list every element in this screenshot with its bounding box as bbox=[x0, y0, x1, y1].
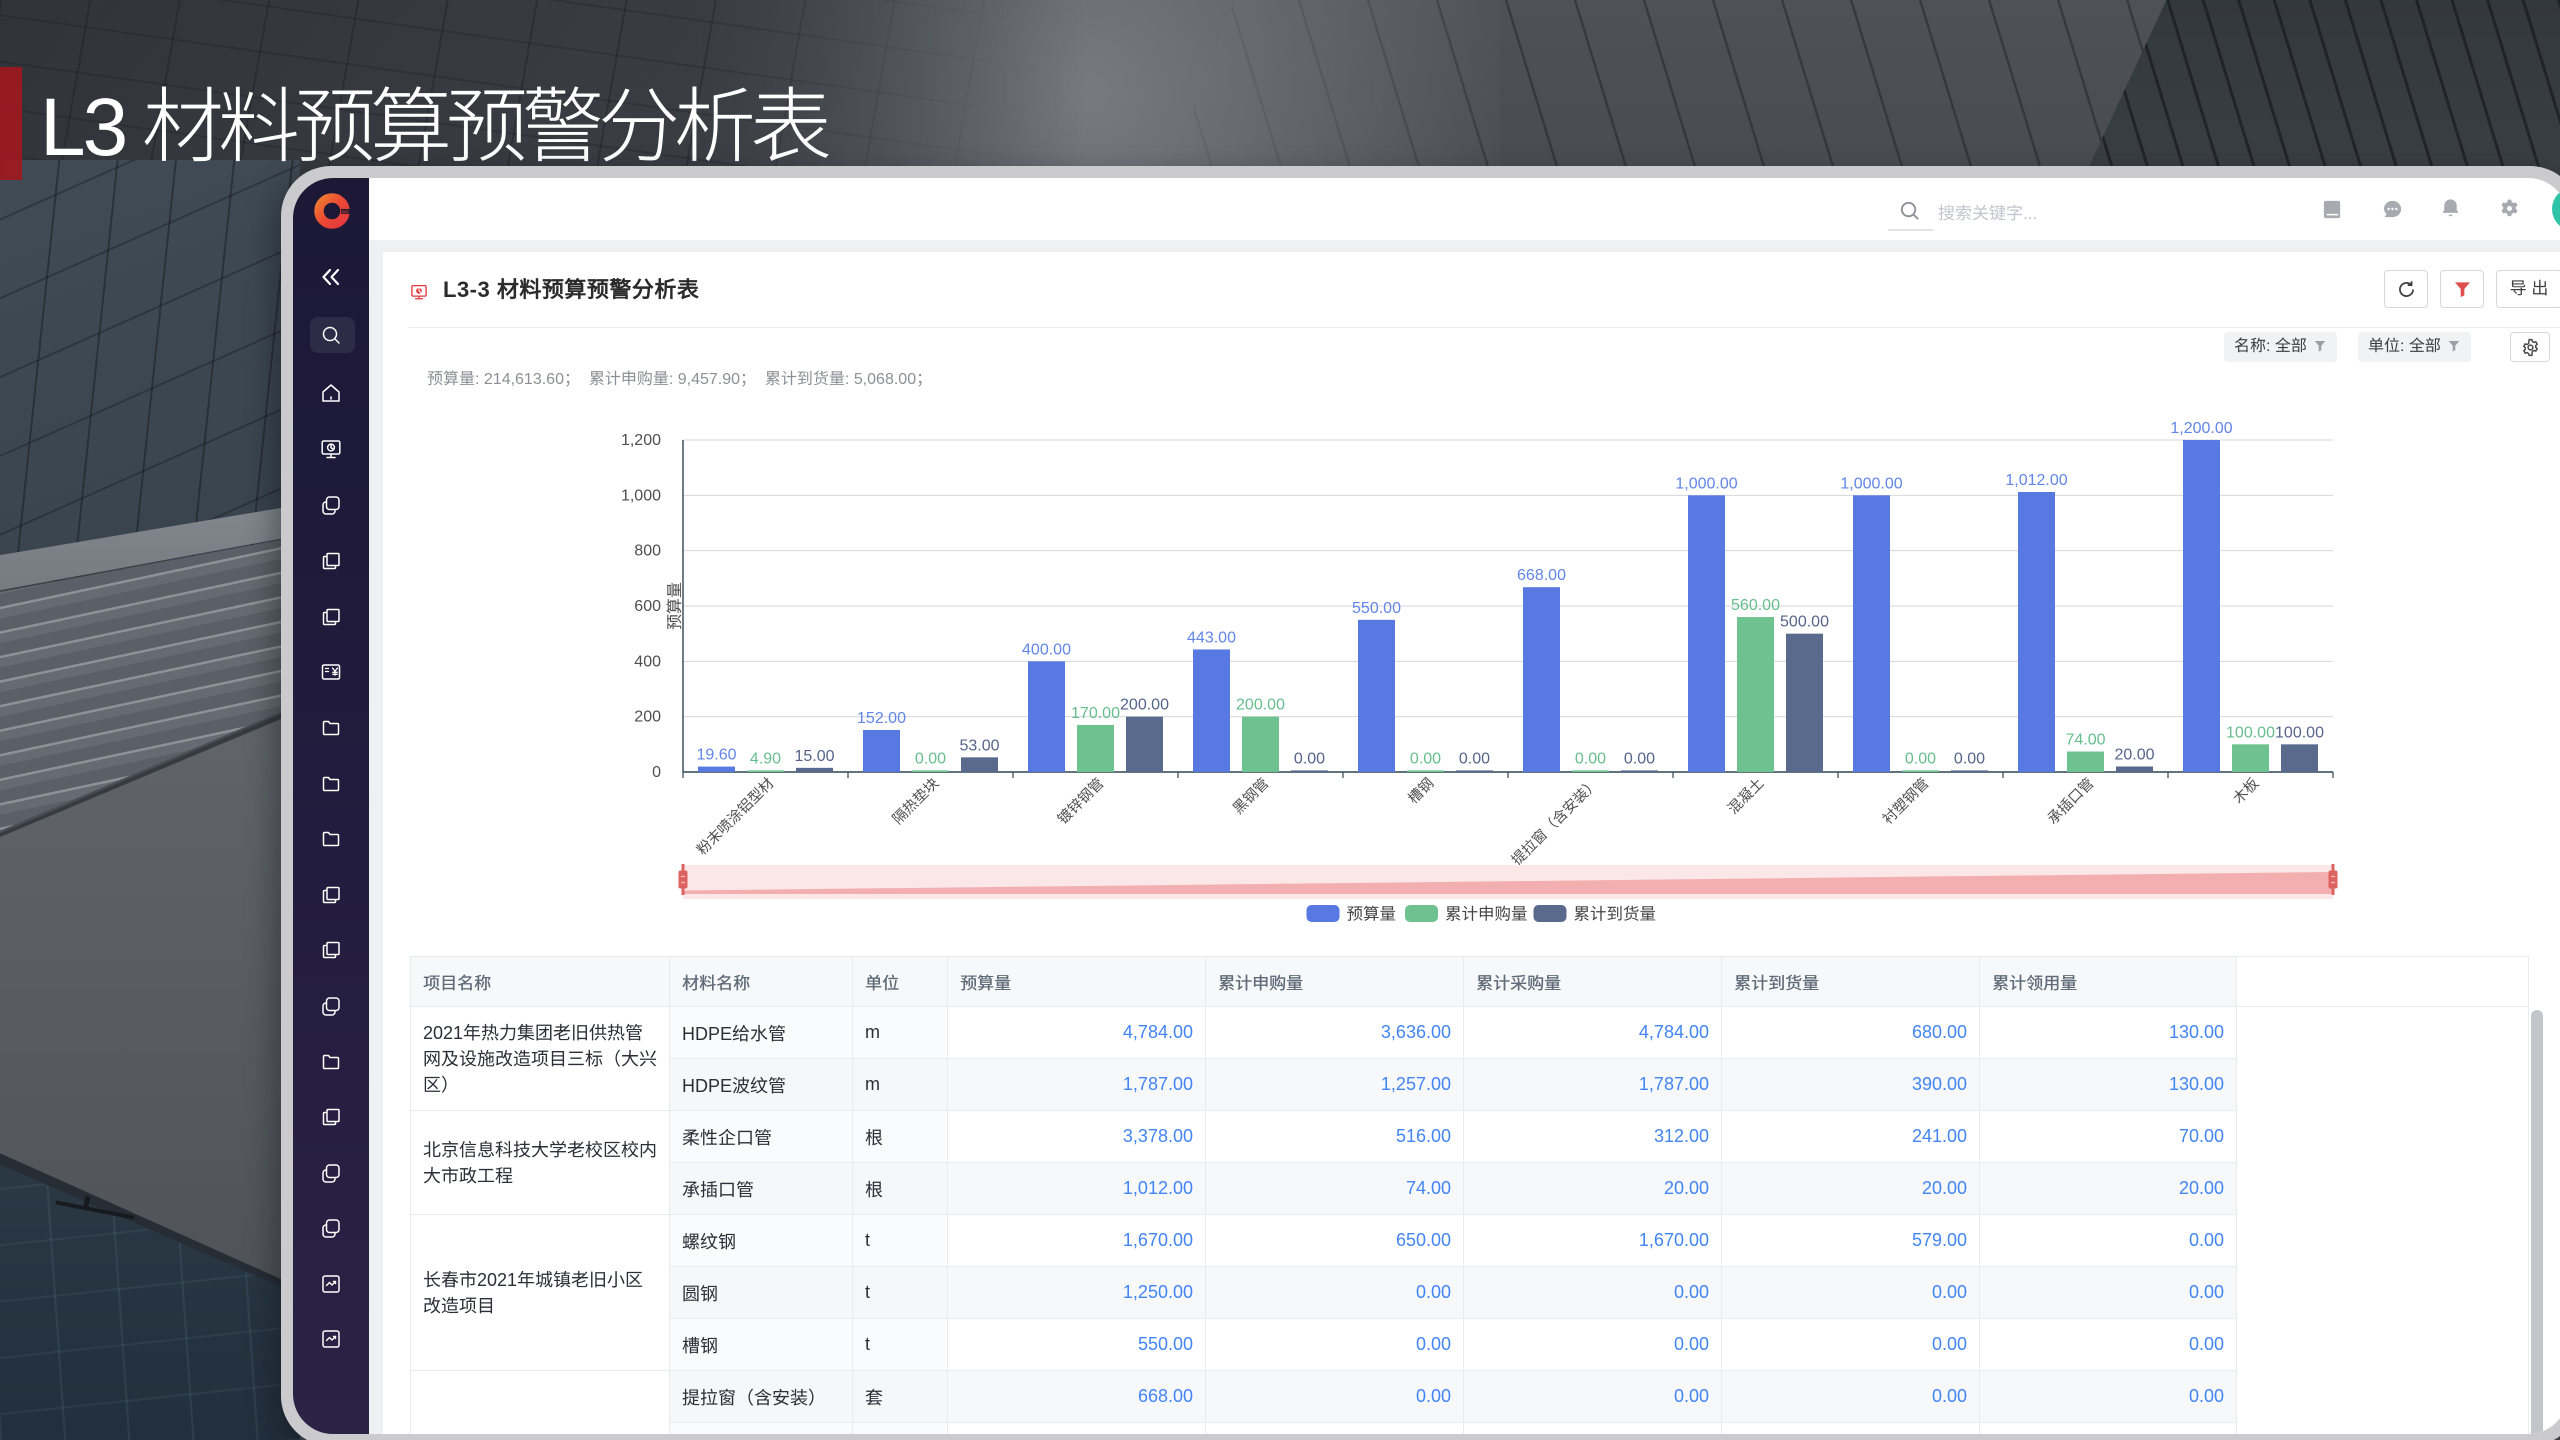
svg-text:预算量: 预算量 bbox=[1347, 906, 1397, 924]
svg-text:4.90: 4.90 bbox=[750, 750, 781, 767]
svg-text:混凝土: 混凝土 bbox=[1725, 775, 1768, 818]
svg-text:100.00: 100.00 bbox=[2226, 724, 2275, 741]
svg-text:0.00: 0.00 bbox=[1410, 750, 1441, 767]
svg-text:槽钢: 槽钢 bbox=[1405, 775, 1438, 808]
svg-text:预算量: 预算量 bbox=[666, 582, 684, 630]
svg-text:400.00: 400.00 bbox=[1022, 641, 1071, 658]
svg-text:0.00: 0.00 bbox=[1459, 750, 1490, 767]
svg-text:15.00: 15.00 bbox=[794, 748, 834, 765]
svg-text:668.00: 668.00 bbox=[1517, 567, 1566, 584]
svg-text:1,012.00: 1,012.00 bbox=[2005, 472, 2067, 489]
svg-text:0: 0 bbox=[652, 764, 661, 781]
svg-text:443.00: 443.00 bbox=[1187, 629, 1236, 646]
svg-text:200.00: 200.00 bbox=[1236, 697, 1285, 714]
svg-text:累计申购量: 累计申购量 bbox=[1445, 906, 1528, 924]
svg-text:0.00: 0.00 bbox=[1294, 750, 1325, 767]
svg-text:500.00: 500.00 bbox=[1780, 614, 1829, 631]
svg-text:20.00: 20.00 bbox=[2114, 746, 2154, 763]
svg-text:550.00: 550.00 bbox=[1352, 600, 1401, 617]
svg-text:黑钢管: 黑钢管 bbox=[1230, 775, 1273, 818]
svg-text:0.00: 0.00 bbox=[1954, 750, 1985, 767]
svg-text:0.00: 0.00 bbox=[1905, 750, 1936, 767]
svg-text:170.00: 170.00 bbox=[1071, 705, 1120, 722]
svg-text:200: 200 bbox=[634, 709, 661, 726]
svg-text:800: 800 bbox=[634, 543, 661, 560]
svg-text:0.00: 0.00 bbox=[915, 750, 946, 767]
svg-text:100.00: 100.00 bbox=[2275, 724, 2324, 741]
svg-text:560.00: 560.00 bbox=[1731, 597, 1780, 614]
svg-text:镀锌钢管: 镀锌钢管 bbox=[1054, 775, 1107, 828]
svg-text:400: 400 bbox=[634, 653, 661, 670]
svg-text:承插口管: 承插口管 bbox=[2044, 775, 2097, 828]
svg-text:提拉窗（含安装）: 提拉窗（含安装） bbox=[1508, 775, 1602, 869]
svg-text:1,000.00: 1,000.00 bbox=[1840, 475, 1902, 492]
svg-text:隔热垫块: 隔热垫块 bbox=[889, 774, 942, 827]
svg-text:粉末喷涂铝型材: 粉末喷涂铝型材 bbox=[694, 775, 778, 859]
svg-text:木板: 木板 bbox=[2230, 774, 2263, 807]
svg-text:74.00: 74.00 bbox=[2065, 732, 2105, 749]
svg-text:1,000.00: 1,000.00 bbox=[1675, 475, 1737, 492]
svg-text:600: 600 bbox=[634, 598, 661, 615]
svg-text:53.00: 53.00 bbox=[959, 737, 999, 754]
svg-text:0.00: 0.00 bbox=[1624, 750, 1655, 767]
svg-text:累计到货量: 累计到货量 bbox=[1574, 906, 1657, 924]
svg-text:200.00: 200.00 bbox=[1120, 697, 1169, 714]
svg-text:0.00: 0.00 bbox=[1575, 750, 1606, 767]
svg-text:152.00: 152.00 bbox=[857, 710, 906, 727]
svg-text:19.60: 19.60 bbox=[696, 747, 736, 764]
svg-text:1,200.00: 1,200.00 bbox=[2170, 420, 2232, 437]
svg-text:衬塑钢管: 衬塑钢管 bbox=[1879, 775, 1932, 828]
svg-text:1,200: 1,200 bbox=[621, 432, 661, 449]
svg-text:1,000: 1,000 bbox=[621, 487, 661, 504]
